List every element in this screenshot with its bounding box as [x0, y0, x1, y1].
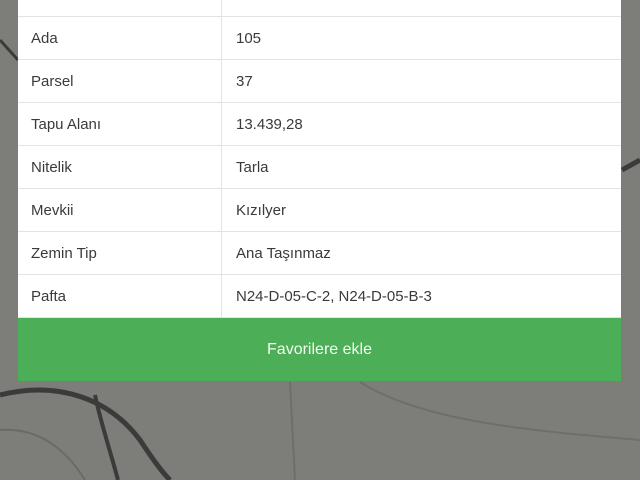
row-label-mahalle-no: Mahalle No	[18, 0, 222, 16]
row-label-zemin-tip: Zemin Tip	[18, 232, 222, 274]
row-label-tapu-alani: Tapu Alanı	[18, 103, 222, 145]
table-row: Mahalle No 200000	[18, 0, 621, 17]
table-row: Parsel 37	[18, 60, 621, 103]
row-value-nitelik: Tarla	[236, 158, 269, 176]
row-label-mevkii: Mevkii	[18, 189, 222, 231]
row-label-pafta: Pafta	[18, 275, 222, 317]
row-label-nitelik: Nitelik	[18, 146, 222, 188]
row-label-parsel: Parsel	[18, 60, 222, 102]
row-label-ada: Ada	[18, 17, 222, 59]
parcel-info-sheet: Mahalle No 200000 Ada 105 Parsel 37 Tapu…	[18, 0, 621, 381]
row-value-mevkii: Kızılyer	[236, 201, 287, 219]
table-row: Mevkii Kızılyer	[18, 189, 621, 232]
row-value-mahalle-no: 200000	[222, 0, 621, 16]
parcel-info-table: Mahalle No 200000 Ada 105 Parsel 37 Tapu…	[18, 0, 621, 318]
row-value-zemin-tip: Ana Taşınmaz	[236, 244, 331, 262]
table-row: Zemin Tip Ana Taşınmaz	[18, 232, 621, 275]
row-value-ada: 105	[236, 29, 262, 47]
row-value-tapu-alani: 13.439,28	[236, 115, 303, 133]
table-row: Tapu Alanı 13.439,28	[18, 103, 621, 146]
table-row: Pafta N24-D-05-C-2, N24-D-05-B-3	[18, 275, 621, 318]
add-to-favorites-button[interactable]: Favorilere ekle	[18, 318, 621, 381]
table-row: Ada 105	[18, 17, 621, 60]
table-row: Nitelik Tarla	[18, 146, 621, 189]
row-value-parsel: 37	[236, 72, 253, 90]
row-value-pafta: N24-D-05-C-2, N24-D-05-B-3	[236, 287, 432, 305]
